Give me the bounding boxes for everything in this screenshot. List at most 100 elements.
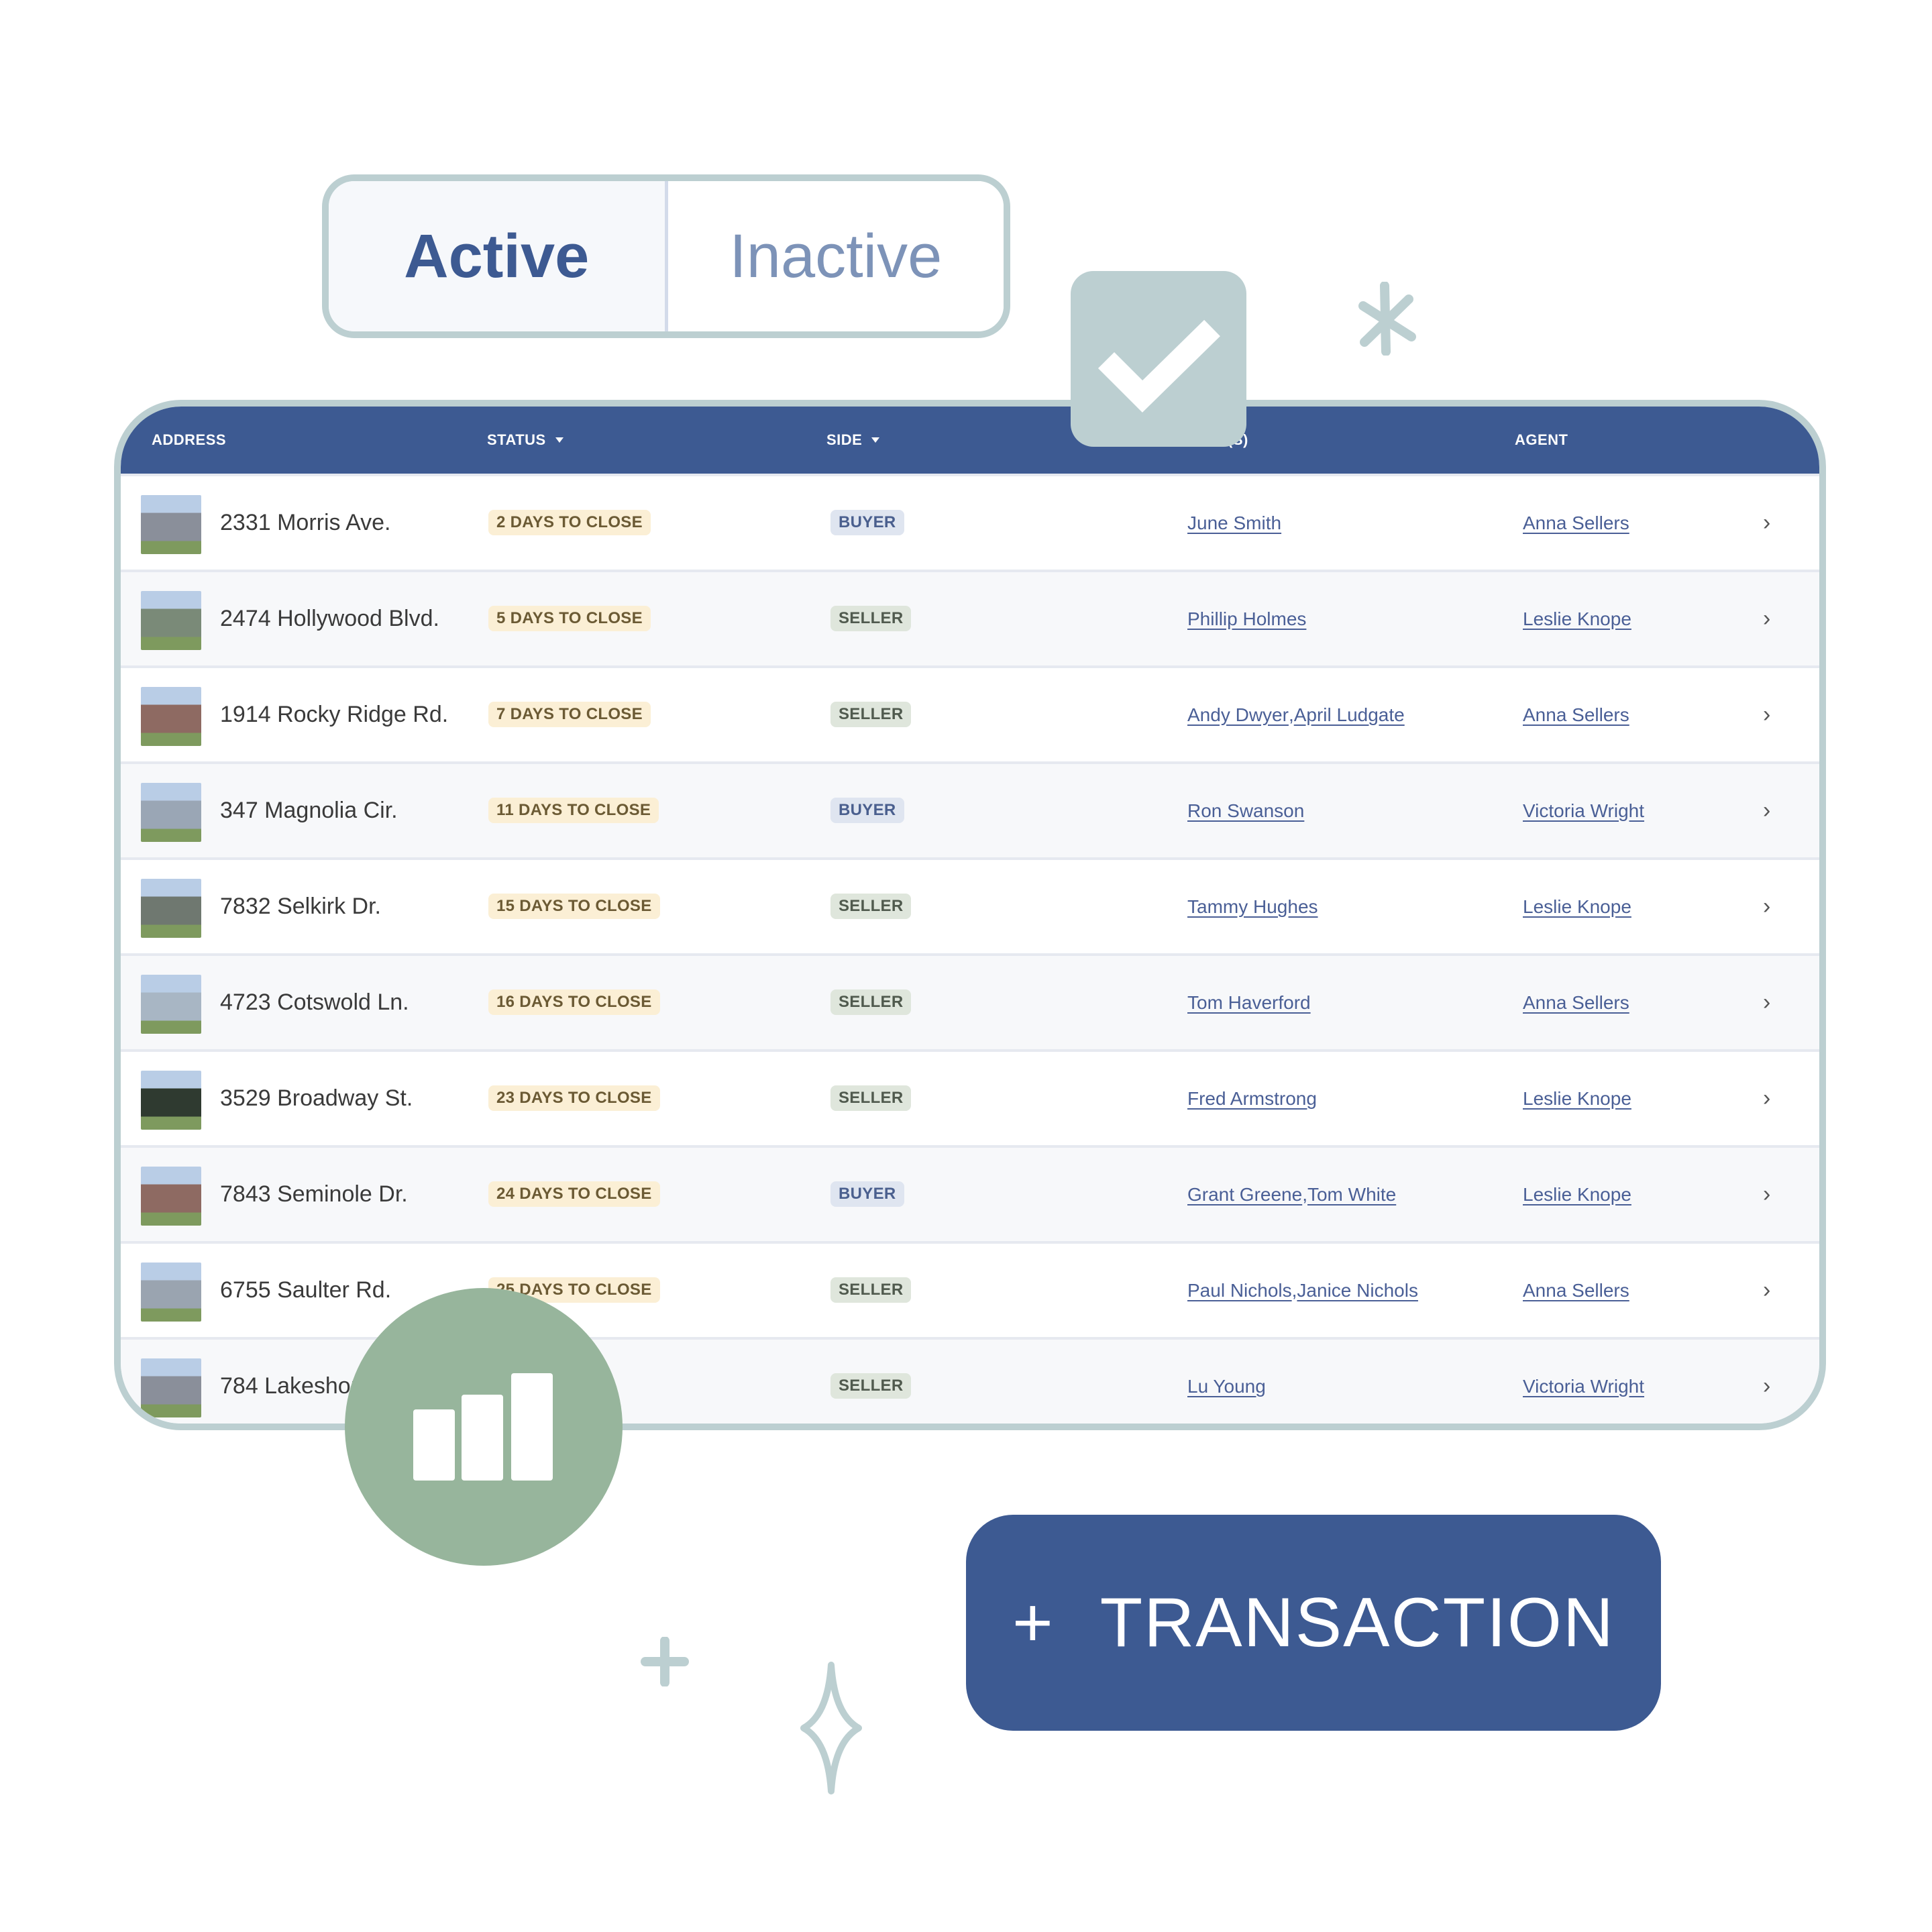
property-thumbnail xyxy=(141,1358,201,1417)
status-badge: 16 DAYS TO CLOSE xyxy=(488,989,660,1015)
client-link[interactable]: Tammy Hughes xyxy=(1187,896,1318,918)
chevron-right-icon[interactable]: › xyxy=(1763,476,1770,570)
agent-link[interactable]: Leslie Knope xyxy=(1523,1088,1631,1110)
chevron-right-icon[interactable]: › xyxy=(1763,1244,1770,1337)
client-link[interactable]: Janice Nichols xyxy=(1297,1280,1418,1301)
clients-cell: Tom Haverford xyxy=(1187,956,1311,1049)
property-thumbnail xyxy=(141,495,201,554)
property-address: 7832 Selkirk Dr. xyxy=(220,894,381,919)
property-thumbnail xyxy=(141,879,201,938)
agent-link[interactable]: Victoria Wright xyxy=(1523,1376,1644,1397)
table-body: 2331 Morris Ave. 2 DAYS TO CLOSE BUYER June… xyxy=(121,474,1819,1424)
client-link[interactable]: June Smith xyxy=(1187,513,1281,534)
chevron-right-icon[interactable]: › xyxy=(1763,1340,1770,1424)
header-agent-label: AGENT xyxy=(1515,431,1568,448)
agent-link[interactable]: Anna Sellers xyxy=(1523,513,1629,534)
side-badge: SELLER xyxy=(830,1277,912,1303)
status-badge: 5 DAYS TO CLOSE xyxy=(488,606,651,631)
sort-caret-icon xyxy=(871,437,880,443)
table-row[interactable]: 4723 Cotswold Ln. 16 DAYS TO CLOSE SELLER T… xyxy=(121,953,1819,1049)
property-address: 2474 Hollywood Blvd. xyxy=(220,606,439,631)
chevron-right-icon[interactable]: › xyxy=(1763,1148,1770,1241)
status-badge: 2 DAYS TO CLOSE xyxy=(488,510,651,535)
property-thumbnail xyxy=(141,783,201,842)
property-address: 2331 Morris Ave. xyxy=(220,510,391,535)
chevron-right-icon[interactable]: › xyxy=(1763,764,1770,857)
agent-cell: Anna Sellers xyxy=(1523,956,1629,1049)
header-agent[interactable]: AGENT xyxy=(1515,407,1568,474)
table-row[interactable]: 7832 Selkirk Dr. 15 DAYS TO CLOSE SELLER Ta… xyxy=(121,857,1819,953)
add-transaction-button[interactable]: + TRANSACTION xyxy=(966,1515,1661,1731)
client-link[interactable]: Ron Swanson xyxy=(1187,800,1304,822)
agent-link[interactable]: Leslie Knope xyxy=(1523,1184,1631,1205)
property-address: 347 Magnolia Cir. xyxy=(220,798,398,823)
tab-active[interactable]: Active xyxy=(329,181,668,331)
table-row[interactable]: 3529 Broadway St. 23 DAYS TO CLOSE SELLER F… xyxy=(121,1049,1819,1145)
clients-cell: Fred Armstrong xyxy=(1187,1052,1317,1145)
clients-cell: Paul Nichols, Janice Nichols xyxy=(1187,1244,1418,1337)
table-row[interactable]: 347 Magnolia Cir. 11 DAYS TO CLOSE BUYER Ro… xyxy=(121,761,1819,857)
table-row[interactable]: 7843 Seminole Dr. 24 DAYS TO CLOSE BUYER Gr… xyxy=(121,1145,1819,1241)
client-link[interactable]: Tom Haverford xyxy=(1187,992,1311,1014)
asterisk-icon xyxy=(1358,282,1416,356)
client-link[interactable]: Fred Armstrong xyxy=(1187,1088,1317,1110)
property-thumbnail xyxy=(141,687,201,746)
property-thumbnail xyxy=(141,1071,201,1130)
agent-link[interactable]: Anna Sellers xyxy=(1523,992,1629,1014)
side-badge: SELLER xyxy=(830,702,912,727)
status-badge: 7 DAYS TO CLOSE xyxy=(488,702,651,727)
status-badge: 11 DAYS TO CLOSE xyxy=(488,798,659,823)
chevron-right-icon[interactable]: › xyxy=(1763,668,1770,761)
tab-inactive[interactable]: Inactive xyxy=(667,181,1004,331)
chevron-right-icon[interactable]: › xyxy=(1763,1052,1770,1145)
agent-link[interactable]: Leslie Knope xyxy=(1523,896,1631,918)
agent-link[interactable]: Leslie Knope xyxy=(1523,608,1631,630)
chevron-right-icon[interactable]: › xyxy=(1763,860,1770,953)
bar-chart-icon xyxy=(413,1373,553,1481)
agent-cell: Leslie Knope xyxy=(1523,860,1631,953)
property-address: 6755 Saulter Rd. xyxy=(220,1277,392,1303)
header-status-label: STATUS xyxy=(487,431,546,448)
table-row[interactable]: 6755 Saulter Rd. 25 DAYS TO CLOSE SELLER Pa… xyxy=(121,1241,1819,1337)
header-address-label: ADDRESS xyxy=(152,431,227,448)
clients-cell: Tammy Hughes xyxy=(1187,860,1318,953)
analytics-badge xyxy=(345,1288,623,1566)
chevron-right-icon[interactable]: › xyxy=(1763,956,1770,1049)
table-row[interactable]: 2331 Morris Ave. 2 DAYS TO CLOSE BUYER June… xyxy=(121,474,1819,570)
property-address: 7843 Seminole Dr. xyxy=(220,1181,408,1207)
status-badge: 23 DAYS TO CLOSE xyxy=(488,1085,660,1111)
table-row[interactable]: 2474 Hollywood Blvd. 5 DAYS TO CLOSE SELLE… xyxy=(121,570,1819,665)
client-separator: , xyxy=(1291,1279,1297,1301)
client-link[interactable]: Phillip Holmes xyxy=(1187,608,1306,630)
client-link[interactable]: Paul Nichols xyxy=(1187,1280,1292,1301)
checkmark-icon xyxy=(1097,319,1220,413)
agent-link[interactable]: Victoria Wright xyxy=(1523,800,1644,822)
side-badge: BUYER xyxy=(830,1181,904,1207)
transactions-table: ADDRESS STATUS SIDE (S) AGENT 2331 Morri… xyxy=(114,400,1826,1430)
agent-link[interactable]: Anna Sellers xyxy=(1523,704,1629,726)
clients-cell: Andy Dwyer, April Ludgate xyxy=(1187,668,1405,761)
header-side[interactable]: SIDE xyxy=(826,407,880,474)
clients-cell: Lu Young xyxy=(1187,1340,1266,1424)
client-link[interactable]: Grant Greene xyxy=(1187,1184,1302,1205)
agent-cell: Anna Sellers xyxy=(1523,476,1629,570)
property-address: 4723 Cotswold Ln. xyxy=(220,989,409,1015)
table-row[interactable]: 1914 Rocky Ridge Rd. 7 DAYS TO CLOSE SELLE… xyxy=(121,665,1819,761)
table-header: ADDRESS STATUS SIDE (S) AGENT xyxy=(121,407,1819,474)
agent-link[interactable]: Anna Sellers xyxy=(1523,1280,1629,1301)
header-status[interactable]: STATUS xyxy=(487,407,564,474)
clients-cell: Grant Greene, Tom White xyxy=(1187,1148,1396,1241)
side-badge: BUYER xyxy=(830,510,904,535)
side-badge: SELLER xyxy=(830,1373,912,1399)
client-link[interactable]: Tom White xyxy=(1307,1184,1396,1205)
status-badge: 15 DAYS TO CLOSE xyxy=(488,894,660,919)
chevron-right-icon[interactable]: › xyxy=(1763,572,1770,665)
client-link[interactable]: April Ludgate xyxy=(1294,704,1405,726)
client-link[interactable]: Lu Young xyxy=(1187,1376,1266,1397)
header-address[interactable]: ADDRESS xyxy=(152,407,226,474)
client-link[interactable]: Andy Dwyer xyxy=(1187,704,1289,726)
agent-cell: Victoria Wright xyxy=(1523,1340,1644,1424)
sparkle-icon xyxy=(800,1662,862,1794)
property-address: 1914 Rocky Ridge Rd. xyxy=(220,702,449,727)
agent-cell: Anna Sellers xyxy=(1523,1244,1629,1337)
